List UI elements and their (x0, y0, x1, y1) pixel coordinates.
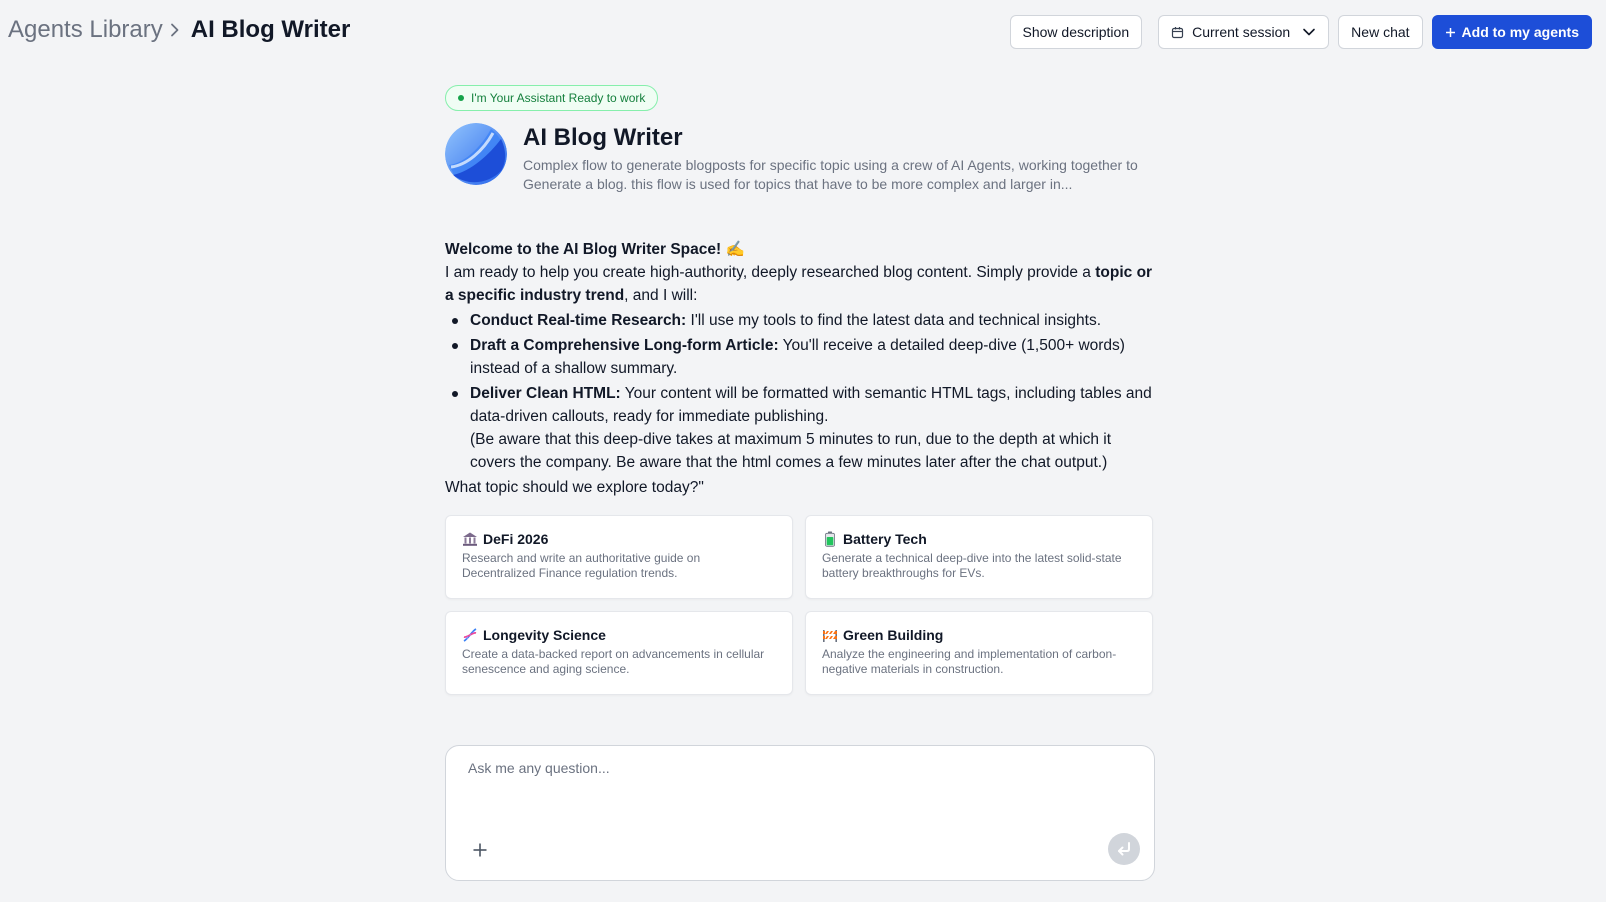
suggestion-card-defi[interactable]: DeFi 2026 Research and write an authorit… (445, 515, 793, 599)
top-bar: Agents Library AI Blog Writer Show descr… (0, 0, 1606, 64)
chat-composer (445, 745, 1155, 881)
breadcrumb: Agents Library AI Blog Writer (8, 16, 350, 44)
list-item: Draft a Comprehensive Long-form Article:… (445, 334, 1155, 380)
add-to-my-agents-button[interactable]: Add to my agents (1431, 15, 1592, 49)
dna-icon (462, 627, 478, 643)
agent-avatar (445, 123, 507, 185)
status-badge: I'm Your Assistant Ready to work (445, 85, 659, 111)
welcome-note: (Be aware that this deep-dive takes at m… (470, 431, 1112, 471)
list-item-bold: Conduct Real-time Research: (470, 312, 687, 329)
suggestion-card-battery[interactable]: Battery Tech Generate a technical deep-d… (805, 515, 1153, 599)
list-item-bold: Draft a Comprehensive Long-form Article: (470, 337, 779, 354)
welcome-intro: I am ready to help you create high-autho… (445, 261, 1155, 307)
status-text: I'm Your Assistant Ready to work (471, 91, 646, 105)
suggestion-title: Longevity Science (483, 627, 606, 643)
chevron-right-icon (169, 23, 181, 37)
enter-icon (1115, 840, 1133, 858)
welcome-title: Welcome to the AI Blog Writer Space! ✍️ (445, 241, 745, 258)
plus-icon (1445, 27, 1456, 38)
list-item: Deliver Clean HTML: Your content will be… (445, 382, 1155, 474)
agent-description: Complex flow to generate blogposts for s… (523, 157, 1138, 192)
session-select-value: Current session (1192, 24, 1291, 40)
breadcrumb-agents-library[interactable]: Agents Library (8, 16, 163, 44)
page-title: AI Blog Writer (190, 16, 351, 43)
suggestion-cards: DeFi 2026 Research and write an authorit… (445, 515, 1155, 695)
new-chat-button[interactable]: New chat (1338, 15, 1423, 49)
chat-input[interactable] (468, 760, 1128, 820)
send-button[interactable] (1108, 833, 1140, 865)
list-item-bold: Deliver Clean HTML: (470, 385, 621, 402)
agent-name: AI Blog Writer (523, 124, 683, 151)
show-description-button[interactable]: Show description (1009, 15, 1143, 49)
construction-icon (822, 627, 838, 643)
calendar-icon (1171, 26, 1184, 39)
list-item: Conduct Real-time Research: I'll use my … (445, 309, 1155, 332)
capabilities-list: Conduct Real-time Research: I'll use my … (445, 309, 1155, 474)
welcome-intro-text: I am ready to help you create high-autho… (445, 264, 1096, 281)
status-dot (458, 95, 464, 101)
battery-icon (822, 531, 838, 547)
list-item-text: I'll use my tools to find the latest dat… (686, 312, 1102, 329)
bank-icon (462, 531, 478, 547)
suggestion-title: DeFi 2026 (483, 531, 549, 547)
suggestion-title: Battery Tech (843, 531, 927, 547)
plus-icon[interactable] (468, 838, 492, 862)
suggestion-desc: Analyze the engineering and implementati… (822, 647, 1117, 676)
session-select[interactable]: Current session (1158, 15, 1330, 49)
suggestion-desc: Create a data-backed report on advanceme… (462, 647, 765, 676)
suggestion-card-longevity[interactable]: Longevity Science Create a data-backed r… (445, 611, 793, 695)
suggestion-title: Green Building (843, 627, 944, 643)
chevron-down-icon (1302, 27, 1316, 37)
main-content: I'm Your Assistant Ready to work AI Blog… (445, 85, 1155, 695)
suggestion-desc: Research and write an authoritative guid… (462, 551, 701, 580)
header-actions: Show description Current session New cha… (1009, 15, 1592, 49)
welcome-intro-tail: , and I will: (624, 287, 698, 304)
welcome-message: Welcome to the AI Blog Writer Space! ✍️ … (445, 238, 1155, 499)
welcome-question: What topic should we explore today?" (445, 479, 704, 496)
agent-info: AI Blog Writer Complex flow to generate … (523, 123, 1148, 194)
agent-header: AI Blog Writer Complex flow to generate … (445, 123, 1155, 194)
add-to-my-agents-label: Add to my agents (1461, 24, 1579, 40)
suggestion-card-green-building[interactable]: Green Building Analyze the engineering a… (805, 611, 1153, 695)
suggestion-desc: Generate a technical deep-dive into the … (822, 551, 1122, 580)
